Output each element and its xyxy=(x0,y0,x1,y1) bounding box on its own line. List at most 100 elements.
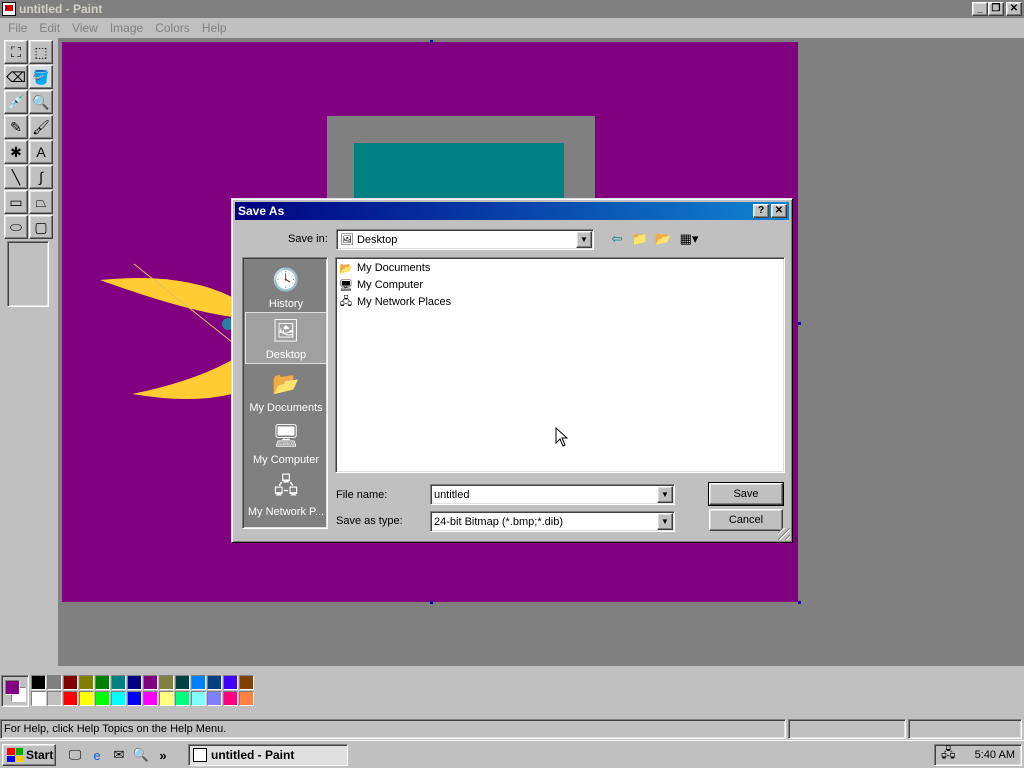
save-button[interactable]: Save xyxy=(708,482,784,506)
palette-swatch[interactable] xyxy=(223,691,238,706)
palette-swatch[interactable] xyxy=(159,691,174,706)
show-desktop-icon[interactable]: 🖵 xyxy=(66,746,84,764)
restore-button[interactable]: ❐ xyxy=(988,2,1004,16)
rect-select-icon[interactable]: ⬚ xyxy=(29,40,53,64)
place-history[interactable]: 🕓 History xyxy=(245,260,327,312)
task-label: untitled - Paint xyxy=(211,748,295,762)
file-item-icon: 🖥 xyxy=(339,279,353,292)
resize-handle-right[interactable] xyxy=(798,322,801,325)
palette-swatch[interactable] xyxy=(127,675,142,690)
chevron-down-icon[interactable]: ▼ xyxy=(576,231,592,248)
polygon-icon[interactable]: ⏢ xyxy=(29,190,53,214)
menu-edit[interactable]: Edit xyxy=(33,21,66,35)
media-icon[interactable]: 🔍 xyxy=(132,746,150,764)
palette-swatch[interactable] xyxy=(207,675,222,690)
palette-swatch[interactable] xyxy=(111,691,126,706)
place-my-documents[interactable]: 📂 My Documents xyxy=(245,364,327,416)
palette-swatch[interactable] xyxy=(143,691,158,706)
place-desktop[interactable]: 🖼 Desktop xyxy=(245,312,327,364)
outlook-express-icon[interactable]: ✉ xyxy=(110,746,128,764)
brush-icon[interactable]: 🖌 xyxy=(29,115,53,139)
palette-swatch[interactable] xyxy=(111,675,126,690)
up-folder-icon[interactable]: 📁 xyxy=(629,229,651,249)
file-name-value[interactable]: untitled xyxy=(431,489,657,501)
curve-icon[interactable]: ∫ xyxy=(29,165,53,189)
list-item[interactable]: 🖧 My Network Places xyxy=(338,294,451,310)
close-button[interactable]: ✕ xyxy=(1006,2,1022,16)
view-menu-icon[interactable]: ▦▾ xyxy=(678,229,700,249)
palette-swatch[interactable] xyxy=(223,675,238,690)
palette-swatch[interactable] xyxy=(207,691,222,706)
network-tray-icon[interactable]: 🖧 xyxy=(941,744,956,766)
back-icon[interactable]: ⇦ xyxy=(606,229,628,249)
tool-options-box[interactable] xyxy=(7,241,49,307)
palette-swatch[interactable] xyxy=(143,675,158,690)
resize-handle-bottom[interactable] xyxy=(430,601,433,604)
palette-swatch[interactable] xyxy=(239,675,254,690)
palette-swatch[interactable] xyxy=(63,675,78,690)
resize-grip[interactable] xyxy=(778,528,790,540)
palette-swatch[interactable] xyxy=(127,691,142,706)
palette-swatch[interactable] xyxy=(47,675,62,690)
resize-handle-corner[interactable] xyxy=(798,601,801,604)
palette-swatch[interactable] xyxy=(79,691,94,706)
free-select-icon[interactable]: ⛶ xyxy=(4,40,28,64)
save-in-combo[interactable]: 🖼 Desktop ▼ xyxy=(336,229,594,250)
palette-swatch[interactable] xyxy=(63,691,78,706)
restore-icon: ❐ xyxy=(991,3,1001,14)
foreground-color-swatch[interactable] xyxy=(5,680,20,695)
palette-swatch[interactable] xyxy=(79,675,94,690)
palette-swatch[interactable] xyxy=(191,675,206,690)
status-coords xyxy=(788,719,906,739)
place-my-network-p[interactable]: 🖧 My Network P... xyxy=(245,468,327,520)
file-item-label: My Network Places xyxy=(357,296,452,308)
palette-swatch[interactable] xyxy=(95,675,110,690)
rectangle-icon[interactable]: ▭ xyxy=(4,190,28,214)
palette-swatch[interactable] xyxy=(191,691,206,706)
palette-swatch[interactable] xyxy=(175,675,190,690)
menu-file[interactable]: File xyxy=(2,21,33,35)
overflow-chevron[interactable]: » xyxy=(154,746,172,764)
palette-swatch[interactable] xyxy=(31,691,46,706)
minimize-button[interactable]: _ xyxy=(972,2,988,16)
dialog-help-button[interactable]: ? xyxy=(753,204,769,218)
ellipse-icon[interactable]: ⬭ xyxy=(4,215,28,239)
dialog-close-button[interactable]: ✕ xyxy=(771,204,787,218)
status-size xyxy=(908,719,1022,739)
airbrush-icon[interactable]: ✱ xyxy=(4,140,28,164)
clock[interactable]: 5:40 AM xyxy=(975,749,1015,761)
task-button-paint[interactable]: untitled - Paint xyxy=(188,744,348,766)
palette-swatch[interactable] xyxy=(95,691,110,706)
save-type-combo[interactable]: 24-bit Bitmap (*.bmp;*.dib) ▼ xyxy=(430,511,675,532)
palette-swatch[interactable] xyxy=(175,691,190,706)
start-button[interactable]: Start xyxy=(2,744,56,766)
palette-swatch[interactable] xyxy=(159,675,174,690)
rounded-rect-icon[interactable]: ▢ xyxy=(29,215,53,239)
text-icon[interactable]: A xyxy=(29,140,53,164)
paint-app-icon[interactable] xyxy=(2,2,16,16)
pencil-icon[interactable]: ✎ xyxy=(4,115,28,139)
current-colors[interactable] xyxy=(1,675,29,707)
list-item[interactable]: 📂 My Documents xyxy=(338,260,430,276)
menu-view[interactable]: View xyxy=(66,21,104,35)
magnifier-icon[interactable]: 🔍 xyxy=(29,90,53,114)
resize-handle-top[interactable] xyxy=(430,40,433,43)
fill-bucket-icon[interactable]: 🪣 xyxy=(29,65,53,89)
palette-swatch[interactable] xyxy=(239,691,254,706)
eraser-icon[interactable]: ⌫ xyxy=(4,65,28,89)
menu-image[interactable]: Image xyxy=(104,21,149,35)
chevron-down-icon[interactable]: ▼ xyxy=(657,486,673,503)
menu-colors[interactable]: Colors xyxy=(149,21,196,35)
new-folder-icon[interactable]: 📂 xyxy=(652,229,674,249)
color-picker-icon[interactable]: 💉 xyxy=(4,90,28,114)
chevron-down-icon[interactable]: ▼ xyxy=(657,513,673,530)
line-icon[interactable]: ╲ xyxy=(4,165,28,189)
palette-swatch[interactable] xyxy=(31,675,46,690)
cancel-button[interactable]: Cancel xyxy=(709,509,783,531)
file-name-field[interactable]: untitled ▼ xyxy=(430,484,675,505)
internet-explorer-icon[interactable]: e xyxy=(88,746,106,764)
menu-help[interactable]: Help xyxy=(196,21,233,35)
place-my-computer[interactable]: 🖥 My Computer xyxy=(245,416,327,468)
palette-swatch[interactable] xyxy=(47,691,62,706)
list-item[interactable]: 🖥 My Computer xyxy=(338,277,423,293)
